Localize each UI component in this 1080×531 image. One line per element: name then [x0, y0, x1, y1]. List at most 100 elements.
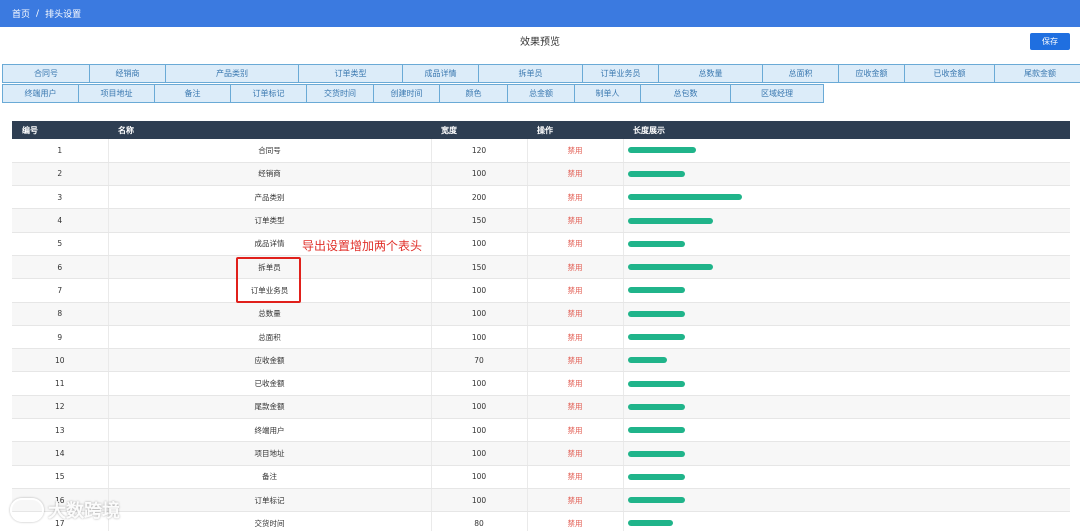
disable-button[interactable]: 禁用	[527, 465, 624, 489]
length-cell	[623, 278, 1070, 303]
table-row: 11 已收金额 100 禁用	[12, 371, 1070, 396]
disable-button[interactable]: 禁用	[527, 371, 624, 396]
header-chip[interactable]: 终端用户	[2, 84, 79, 103]
disable-button[interactable]: 禁用	[527, 418, 624, 443]
header-chip[interactable]: 订单业务员	[582, 64, 659, 83]
row-id: 12	[12, 395, 109, 420]
disable-button[interactable]: 禁用	[527, 139, 624, 163]
header-chip[interactable]: 成品详情	[402, 64, 479, 83]
disable-button[interactable]: 禁用	[527, 325, 624, 350]
row-id: 3	[12, 185, 109, 210]
disable-button[interactable]: 禁用	[527, 302, 624, 326]
table-row: 16 订单标记 100 禁用	[12, 488, 1070, 513]
header-chip[interactable]: 总包数	[640, 84, 731, 103]
length-cell	[623, 325, 1070, 350]
disable-button[interactable]: 禁用	[527, 511, 624, 531]
length-bar	[627, 147, 696, 154]
length-bar	[627, 310, 685, 317]
row-width: 100	[431, 395, 528, 420]
header-chip[interactable]: 拆单员	[478, 64, 583, 83]
disable-button[interactable]: 禁用	[527, 255, 624, 280]
row-width: 150	[431, 255, 528, 280]
row-width: 100	[431, 418, 528, 443]
header-chip[interactable]: 总金额	[507, 84, 575, 103]
header-chip[interactable]: 总数量	[658, 64, 763, 83]
row-id: 7	[12, 278, 109, 303]
header-chip[interactable]: 应收金额	[838, 64, 905, 83]
header-chip[interactable]: 尾款金额	[994, 64, 1080, 83]
disable-button[interactable]: 禁用	[527, 232, 624, 256]
table-row: 4 订单类型 150 禁用	[12, 208, 1070, 233]
header-chip[interactable]: 经销商	[89, 64, 166, 83]
save-button[interactable]: 保存	[1030, 33, 1070, 50]
breadcrumb-separator: /	[36, 8, 40, 19]
row-width: 200	[431, 185, 528, 210]
header-chip[interactable]: 创建时间	[373, 84, 440, 103]
header-config-table: 编号 名称 宽度 操作 长度展示 1 合同号 120 禁用 2 经销商 100 禁用 3 产品类别…	[12, 121, 1070, 531]
table-row: 9 总面积 100 禁用	[12, 325, 1070, 350]
row-width: 80	[431, 511, 528, 531]
row-id: 6	[12, 255, 109, 280]
table-row: 6 拆单员 150 禁用	[12, 255, 1070, 280]
length-bar	[627, 357, 668, 364]
length-cell	[623, 395, 1070, 420]
disable-button[interactable]: 禁用	[527, 441, 624, 466]
header-chip[interactable]: 备注	[154, 84, 231, 103]
row-id: 13	[12, 418, 109, 443]
header-chip[interactable]: 颜色	[439, 84, 508, 103]
disable-button[interactable]: 禁用	[527, 488, 624, 513]
row-id: 1	[12, 139, 109, 163]
table-row: 10 应收金额 70 禁用	[12, 348, 1070, 373]
length-bar	[627, 427, 685, 434]
header-chip[interactable]: 总面积	[762, 64, 839, 83]
row-width: 100	[431, 302, 528, 326]
row-name: 尾款金额	[108, 395, 432, 420]
row-width: 100	[431, 465, 528, 489]
header-chip[interactable]: 合同号	[2, 64, 90, 83]
length-bar	[627, 380, 685, 387]
table-row: 14 项目地址 100 禁用	[12, 441, 1070, 466]
disable-button[interactable]: 禁用	[527, 185, 624, 210]
header-chip[interactable]: 区域经理	[730, 84, 824, 103]
length-bar	[627, 520, 674, 527]
highlight-box	[236, 257, 301, 303]
disable-button[interactable]: 禁用	[527, 348, 624, 373]
row-id: 5	[12, 232, 109, 256]
disable-button[interactable]: 禁用	[527, 162, 624, 187]
length-bar	[627, 403, 685, 410]
length-cell	[623, 488, 1070, 513]
length-bar	[627, 170, 685, 177]
header-chip[interactable]: 项目地址	[78, 84, 155, 103]
row-id: 9	[12, 325, 109, 350]
row-name: 经销商	[108, 162, 432, 187]
column-header-id: 编号	[12, 121, 108, 139]
row-id: 11	[12, 371, 109, 396]
header-chip[interactable]: 交货时间	[306, 84, 374, 103]
breadcrumb-home[interactable]: 首页	[12, 7, 30, 20]
header-chip[interactable]: 订单类型	[298, 64, 403, 83]
disable-button[interactable]: 禁用	[527, 278, 624, 303]
table-row: 1 合同号 120 禁用	[12, 139, 1070, 163]
row-id: 15	[12, 465, 109, 489]
disable-button[interactable]: 禁用	[527, 208, 624, 233]
header-chip[interactable]: 制单人	[574, 84, 641, 103]
table-row: 3 产品类别 200 禁用	[12, 185, 1070, 210]
length-bar	[627, 264, 713, 271]
row-name: 应收金额	[108, 348, 432, 373]
row-width: 150	[431, 208, 528, 233]
disable-button[interactable]: 禁用	[527, 395, 624, 420]
length-bar	[627, 217, 713, 224]
header-chip[interactable]: 订单标记	[230, 84, 307, 103]
length-bar	[627, 473, 685, 480]
watermark-text: 大数跨境	[48, 501, 120, 522]
row-width: 100	[431, 278, 528, 303]
header-chip[interactable]: 产品类别	[165, 64, 299, 83]
row-width: 100	[431, 441, 528, 466]
column-header-action: 操作	[527, 121, 623, 139]
table-row: 8 总数量 100 禁用	[12, 302, 1070, 326]
table-row: 7 订单业务员 100 禁用	[12, 278, 1070, 303]
row-id: 14	[12, 441, 109, 466]
header-chip[interactable]: 已收金额	[904, 64, 995, 83]
row-name: 订单类型	[108, 208, 432, 233]
row-name: 产品类别	[108, 185, 432, 210]
